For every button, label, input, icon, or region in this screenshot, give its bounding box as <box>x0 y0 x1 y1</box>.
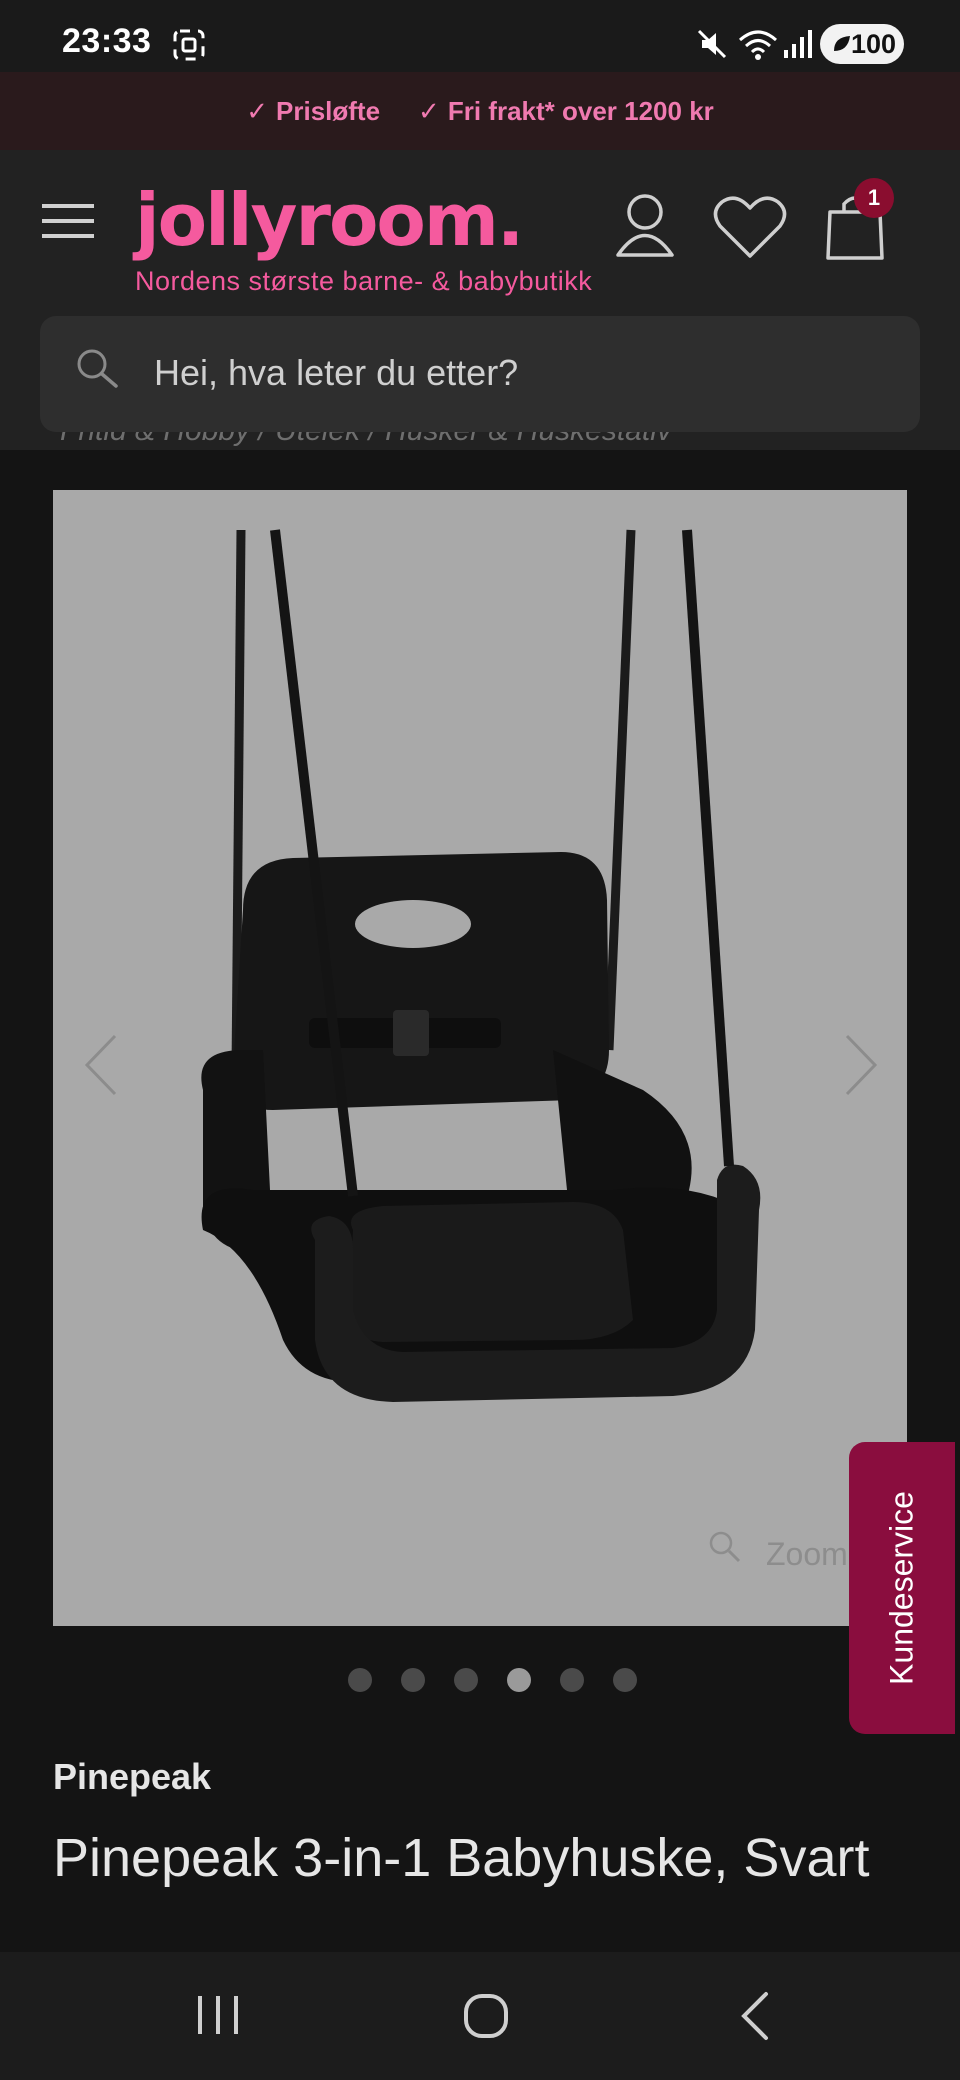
customer-service-label: Kundeservice <box>883 1491 920 1685</box>
check-icon: ✓ <box>418 95 440 126</box>
previous-image-arrow-icon[interactable] <box>81 1030 121 1100</box>
wishlist-heart-icon[interactable] <box>712 194 788 260</box>
status-time: 23:33 <box>62 22 152 60</box>
carousel-dot[interactable] <box>613 1668 637 1692</box>
search-icon <box>77 349 118 388</box>
carousel-dot[interactable] <box>401 1668 425 1692</box>
carousel-dot-active[interactable] <box>507 1668 531 1692</box>
mute-icon <box>697 29 727 59</box>
next-image-arrow-icon[interactable] <box>841 1030 881 1100</box>
breadcrumb[interactable]: Fritid & Hobby / Utelek / Husker & Huske… <box>60 432 860 460</box>
wifi-icon <box>739 30 777 60</box>
carousel-dot[interactable] <box>348 1668 372 1692</box>
account-icon[interactable] <box>614 192 676 258</box>
check-icon: ✓ <box>246 95 269 126</box>
carousel-dot[interactable] <box>454 1668 478 1692</box>
customer-service-button[interactable]: Kundeservice <box>849 1442 955 1734</box>
signal-icon <box>784 30 812 58</box>
carousel-dot[interactable] <box>560 1668 584 1692</box>
product-image[interactable] <box>53 490 907 1626</box>
zoom-icon[interactable] <box>708 1530 742 1564</box>
recent-apps-icon[interactable] <box>194 1990 242 2040</box>
menu-icon[interactable] <box>40 200 96 242</box>
cart-count-badge: 1 <box>854 178 894 218</box>
home-icon[interactable] <box>462 1992 510 2040</box>
battery-indicator: 100 <box>820 24 904 64</box>
baby-swing-illustration <box>201 529 761 1402</box>
promo-banner: ✓ Prisløfte ✓ Fri frakt* over 1200 kr <box>0 72 960 150</box>
breadcrumb-text[interactable]: Fritid & Hobby / Utelek / Husker & Huske… <box>60 432 860 448</box>
image-carousel-dots <box>348 1668 637 1692</box>
zoom-label[interactable]: Zoom <box>766 1536 848 1573</box>
screenshot-icon <box>173 29 205 61</box>
back-icon[interactable] <box>736 1990 776 2042</box>
promo-item-price: ✓ Prisløfte <box>246 95 381 126</box>
search-input[interactable]: Hei, hva leter du etter? <box>154 352 518 394</box>
site-tagline: Nordens største barne- & babybutikk <box>135 266 593 296</box>
promo-item-shipping: ✓ Fri frakt* over 1200 kr <box>418 95 714 126</box>
battery-level: 100 <box>850 28 896 59</box>
battery-saver-icon <box>834 36 850 51</box>
product-title: Pinepeak 3-in-1 Babyhuske, Svart <box>53 1828 870 1888</box>
site-logo[interactable]: jollyroom. <box>135 178 524 262</box>
product-brand[interactable]: Pinepeak <box>53 1756 211 1798</box>
